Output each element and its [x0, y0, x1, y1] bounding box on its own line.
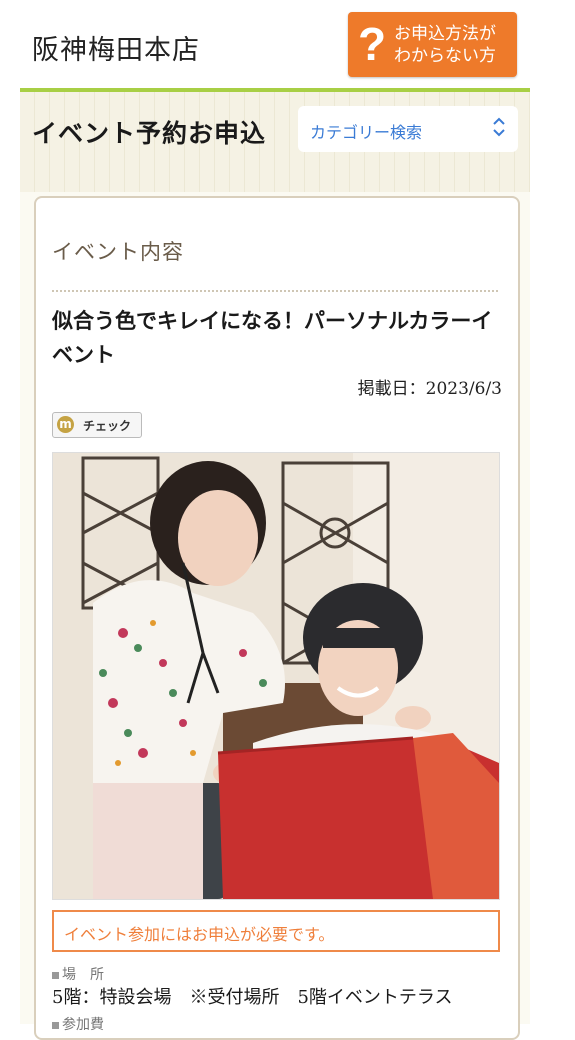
site-header: 阪神梅田本店 ? お申込方法が わからない方: [20, 0, 530, 92]
application-required-notice: イベント参加にはお申込が必要です。: [52, 910, 500, 952]
posted-date: 掲載日：2023/6/3: [357, 379, 502, 399]
event-card: イベント内容 似合う色でキレイになる！パーソナルカラーイベント 掲載日：2023…: [34, 196, 520, 1040]
category-select-label: カテゴリー検索: [310, 123, 423, 142]
check-button[interactable]: m チェック: [52, 412, 142, 438]
fee-label: 参加費: [52, 1014, 104, 1034]
page-title: イベント予約お申込: [32, 119, 267, 148]
application-help-button[interactable]: ? お申込方法が わからない方: [348, 12, 517, 77]
event-title: 似合う色でキレイになる！パーソナルカラーイベント: [52, 308, 493, 367]
help-button-line1: お申込方法が: [394, 24, 496, 44]
chevron-updown-icon: [492, 116, 506, 139]
store-name: 阪神梅田本店: [32, 35, 200, 66]
event-photo: [52, 452, 500, 900]
check-button-label: チェック: [83, 419, 132, 433]
fee-label-text: 参加費: [62, 1017, 104, 1033]
divider: [52, 290, 498, 292]
location-value: 5階：特設会場 ※受付場所 5階イベントテラス: [52, 987, 453, 1008]
bullet-square-icon: [52, 1022, 59, 1029]
question-mark-icon: ?: [358, 18, 387, 70]
bullet-square-icon: [52, 972, 59, 979]
subheader-bar: イベント予約お申込 カテゴリー検索: [20, 92, 530, 170]
location-label-text: 場 所: [62, 967, 104, 983]
page: 阪神梅田本店 ? お申込方法が わからない方 イベント予約お申込 カテゴリー検索…: [20, 0, 530, 1040]
m-logo-icon: m: [57, 416, 74, 433]
decorative-stripe: [20, 170, 530, 192]
section-title: イベント内容: [52, 240, 184, 264]
location-label: 場 所: [52, 964, 104, 984]
notice-text: イベント参加にはお申込が必要です。: [64, 925, 335, 944]
category-search-select[interactable]: カテゴリー検索: [298, 106, 518, 152]
help-button-line2: わからない方: [394, 46, 496, 66]
